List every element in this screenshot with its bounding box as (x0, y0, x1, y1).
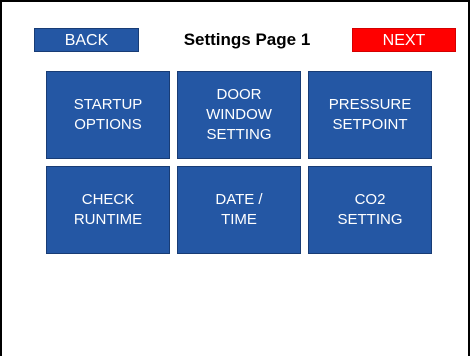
settings-grid: STARTUP OPTIONS DOOR WINDOW SETTING PRES… (46, 71, 432, 254)
date-time-button[interactable]: DATE / TIME (177, 166, 301, 254)
pressure-setpoint-button[interactable]: PRESSURE SETPOINT (308, 71, 432, 159)
screen-frame: BACK Settings Page 1 NEXT STARTUP OPTION… (0, 0, 470, 356)
back-button[interactable]: BACK (34, 28, 139, 52)
co2-setting-button[interactable]: CO2 SETTING (308, 166, 432, 254)
door-window-setting-button[interactable]: DOOR WINDOW SETTING (177, 71, 301, 159)
next-button[interactable]: NEXT (352, 28, 456, 52)
page-title: Settings Page 1 (183, 30, 311, 49)
startup-options-button[interactable]: STARTUP OPTIONS (46, 71, 170, 159)
check-runtime-button[interactable]: CHECK RUNTIME (46, 166, 170, 254)
